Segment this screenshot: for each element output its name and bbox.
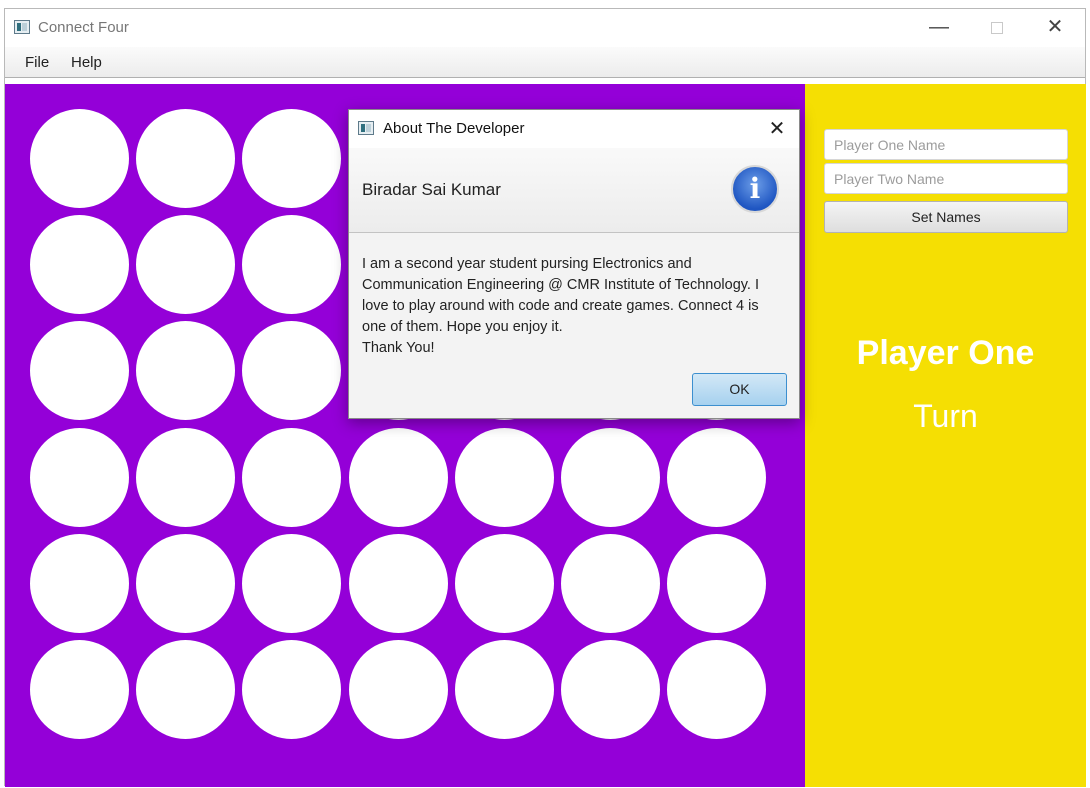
- info-icon: i: [731, 165, 779, 213]
- board-cell[interactable]: [561, 640, 660, 739]
- minimize-button[interactable]: —: [910, 9, 968, 47]
- dialog-heading: Biradar Sai Kumar: [362, 180, 501, 199]
- player-two-name-input[interactable]: [824, 163, 1068, 194]
- menu-help[interactable]: Help: [71, 54, 102, 71]
- board-cell[interactable]: [30, 640, 129, 739]
- board-cell[interactable]: [242, 109, 342, 208]
- board-cell[interactable]: [30, 215, 129, 315]
- dialog-text-line: one of them. Hope you enjoy it.: [362, 319, 563, 335]
- dialog-close-button[interactable]: ✕: [763, 115, 791, 143]
- maximize-button[interactable]: [968, 9, 1026, 47]
- board-cell[interactable]: [136, 109, 236, 208]
- player-one-name-input[interactable]: [824, 129, 1068, 160]
- board-cell[interactable]: [136, 533, 236, 633]
- board-cell[interactable]: [348, 427, 448, 527]
- board-cell[interactable]: [242, 640, 342, 739]
- board-cell[interactable]: [561, 533, 660, 633]
- about-dialog: About The Developer ✕ Biradar Sai Kumar …: [348, 109, 800, 419]
- board-cell[interactable]: [667, 533, 767, 633]
- dialog-header: Biradar Sai Kumar i: [349, 148, 799, 233]
- board-cell[interactable]: [30, 321, 129, 421]
- dialog-text-line: love to play around with code and create…: [362, 298, 759, 314]
- board-cell[interactable]: [454, 533, 554, 633]
- board-cell[interactable]: [667, 640, 767, 739]
- title-bar[interactable]: Connect Four — ✕: [5, 9, 1085, 47]
- dialog-text-line: Communication Engineering @ CMR Institut…: [362, 277, 760, 293]
- dialog-content: I am a second year student pursing Elect…: [362, 254, 787, 359]
- board-cell[interactable]: [348, 640, 448, 739]
- side-panel: Set Names Player One Turn: [805, 84, 1086, 787]
- board-cell[interactable]: [242, 321, 342, 421]
- dialog-text-line: Thank You!: [362, 340, 435, 356]
- dialog-title-bar[interactable]: About The Developer ✕: [349, 110, 799, 148]
- board-cell[interactable]: [242, 533, 342, 633]
- current-player-label: Player One: [856, 334, 1035, 372]
- board-cell[interactable]: [454, 640, 554, 739]
- close-button[interactable]: ✕: [1026, 9, 1084, 47]
- dialog-app-icon: [358, 121, 374, 135]
- ok-button[interactable]: OK: [692, 373, 787, 406]
- board-cell[interactable]: [667, 427, 767, 527]
- board-cell[interactable]: [242, 427, 342, 527]
- board-cell[interactable]: [242, 215, 342, 315]
- board-cell[interactable]: [136, 215, 236, 315]
- window-title: Connect Four: [38, 19, 129, 36]
- board-cell[interactable]: [30, 427, 129, 527]
- turn-label: Turn: [913, 398, 978, 434]
- board-cell[interactable]: [454, 427, 554, 527]
- app-icon: [14, 20, 30, 34]
- board-cell[interactable]: [30, 109, 129, 208]
- board-cell[interactable]: [136, 321, 236, 421]
- menu-file[interactable]: File: [25, 54, 49, 71]
- board-cell[interactable]: [30, 533, 129, 633]
- set-names-button[interactable]: Set Names: [824, 201, 1068, 233]
- board-cell[interactable]: [348, 533, 448, 633]
- menu-bar: File Help: [5, 47, 1085, 78]
- board-cell[interactable]: [561, 427, 660, 527]
- board-cell[interactable]: [136, 640, 236, 739]
- board-cell[interactable]: [136, 427, 236, 527]
- maximize-icon: [991, 22, 1003, 34]
- dialog-text-line: I am a second year student pursing Elect…: [362, 256, 692, 272]
- dialog-title: About The Developer: [383, 120, 525, 137]
